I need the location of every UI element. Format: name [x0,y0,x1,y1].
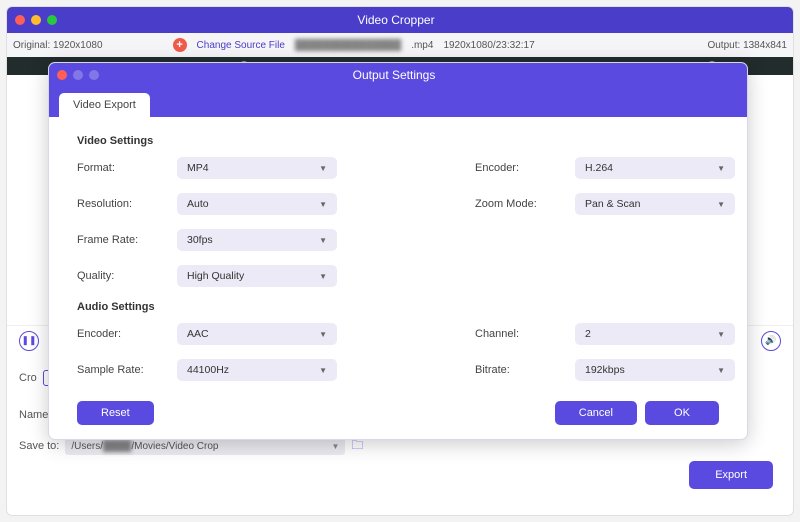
plus-icon[interactable]: + [173,38,187,52]
chevron-down-icon: ▼ [717,366,725,375]
name-label: Name: [19,409,51,421]
dialog-body: Video Settings Format: MP4▼ Encoder: H.2… [49,117,747,383]
video-settings-heading: Video Settings [77,135,719,147]
channel-dropdown[interactable]: 2▼ [575,323,735,345]
source-info: 1920x1080/23:32:17 [443,40,534,51]
save-path-field[interactable]: /Users/████/Movies/Video Crop ▼ [65,438,345,455]
volume-icon[interactable]: 🔊 [761,331,781,351]
format-label: Format: [77,162,163,174]
chevron-down-icon: ▼ [717,164,725,173]
bitrate-label: Bitrate: [475,364,561,376]
ok-button[interactable]: OK [645,401,719,425]
output-settings-dialog: Output Settings Video Export Video Setti… [48,62,748,440]
save-label: Save to: [19,440,59,452]
output-size: Output: 1384x841 [707,40,787,51]
zoom-mode-dropdown[interactable]: Pan & Scan▼ [575,193,735,215]
zoom-mode-label: Zoom Mode: [475,198,561,210]
export-button[interactable]: Export [689,461,773,489]
dialog-close-icon[interactable] [57,70,67,80]
chevron-down-icon: ▼ [319,330,327,339]
dialog-zoom-icon [89,70,99,80]
info-bar: Original: 1920x1080 + Change Source File… [7,33,793,57]
quality-label: Quality: [77,270,163,282]
cancel-button[interactable]: Cancel [555,401,637,425]
dialog-minimize-icon [73,70,83,80]
minimize-icon[interactable] [31,15,41,25]
audio-encoder-dropdown[interactable]: AAC▼ [177,323,337,345]
audio-encoder-label: Encoder: [77,328,163,340]
format-dropdown[interactable]: MP4▼ [177,157,337,179]
sample-rate-dropdown[interactable]: 44100Hz▼ [177,359,337,381]
chevron-down-icon: ▼ [319,200,327,209]
dialog-footer: Reset Cancel OK [49,383,747,439]
channel-label: Channel: [475,328,561,340]
audio-settings-heading: Audio Settings [77,301,719,313]
chevron-down-icon: ▼ [717,330,725,339]
chevron-down-icon: ▼ [717,200,725,209]
resolution-label: Resolution: [77,198,163,210]
dialog-titlebar: Output Settings [49,63,747,87]
frame-rate-dropdown[interactable]: 30fps▼ [177,229,337,251]
dialog-traffic-lights [57,70,99,80]
traffic-lights [15,15,57,25]
window-title: Video Cropper [57,13,735,27]
dialog-title: Output Settings [99,68,689,82]
close-icon[interactable] [15,15,25,25]
reset-button[interactable]: Reset [77,401,154,425]
pause-icon[interactable]: ❚❚ [19,331,39,351]
bitrate-dropdown[interactable]: 192kbps▼ [575,359,735,381]
quality-dropdown[interactable]: High Quality▼ [177,265,337,287]
original-label: Original: 1920x1080 [13,40,103,51]
zoom-icon[interactable] [47,15,57,25]
tab-video-export[interactable]: Video Export [59,93,150,117]
chevron-down-icon: ▼ [319,366,327,375]
change-source-button[interactable]: Change Source File [197,40,285,51]
chevron-down-icon: ▼ [319,236,327,245]
encoder-label: Encoder: [475,162,561,174]
encoder-dropdown[interactable]: H.264▼ [575,157,735,179]
source-filename: ███████████████ [295,40,401,51]
chevron-down-icon: ▼ [319,272,327,281]
titlebar: Video Cropper [7,7,793,33]
crop-label: Cro [19,372,37,384]
resolution-dropdown[interactable]: Auto▼ [177,193,337,215]
chevron-down-icon: ▼ [319,164,327,173]
sample-rate-label: Sample Rate: [77,364,163,376]
dialog-tabs: Video Export [49,87,747,117]
frame-rate-label: Frame Rate: [77,234,163,246]
chevron-down-icon: ▼ [331,442,339,451]
